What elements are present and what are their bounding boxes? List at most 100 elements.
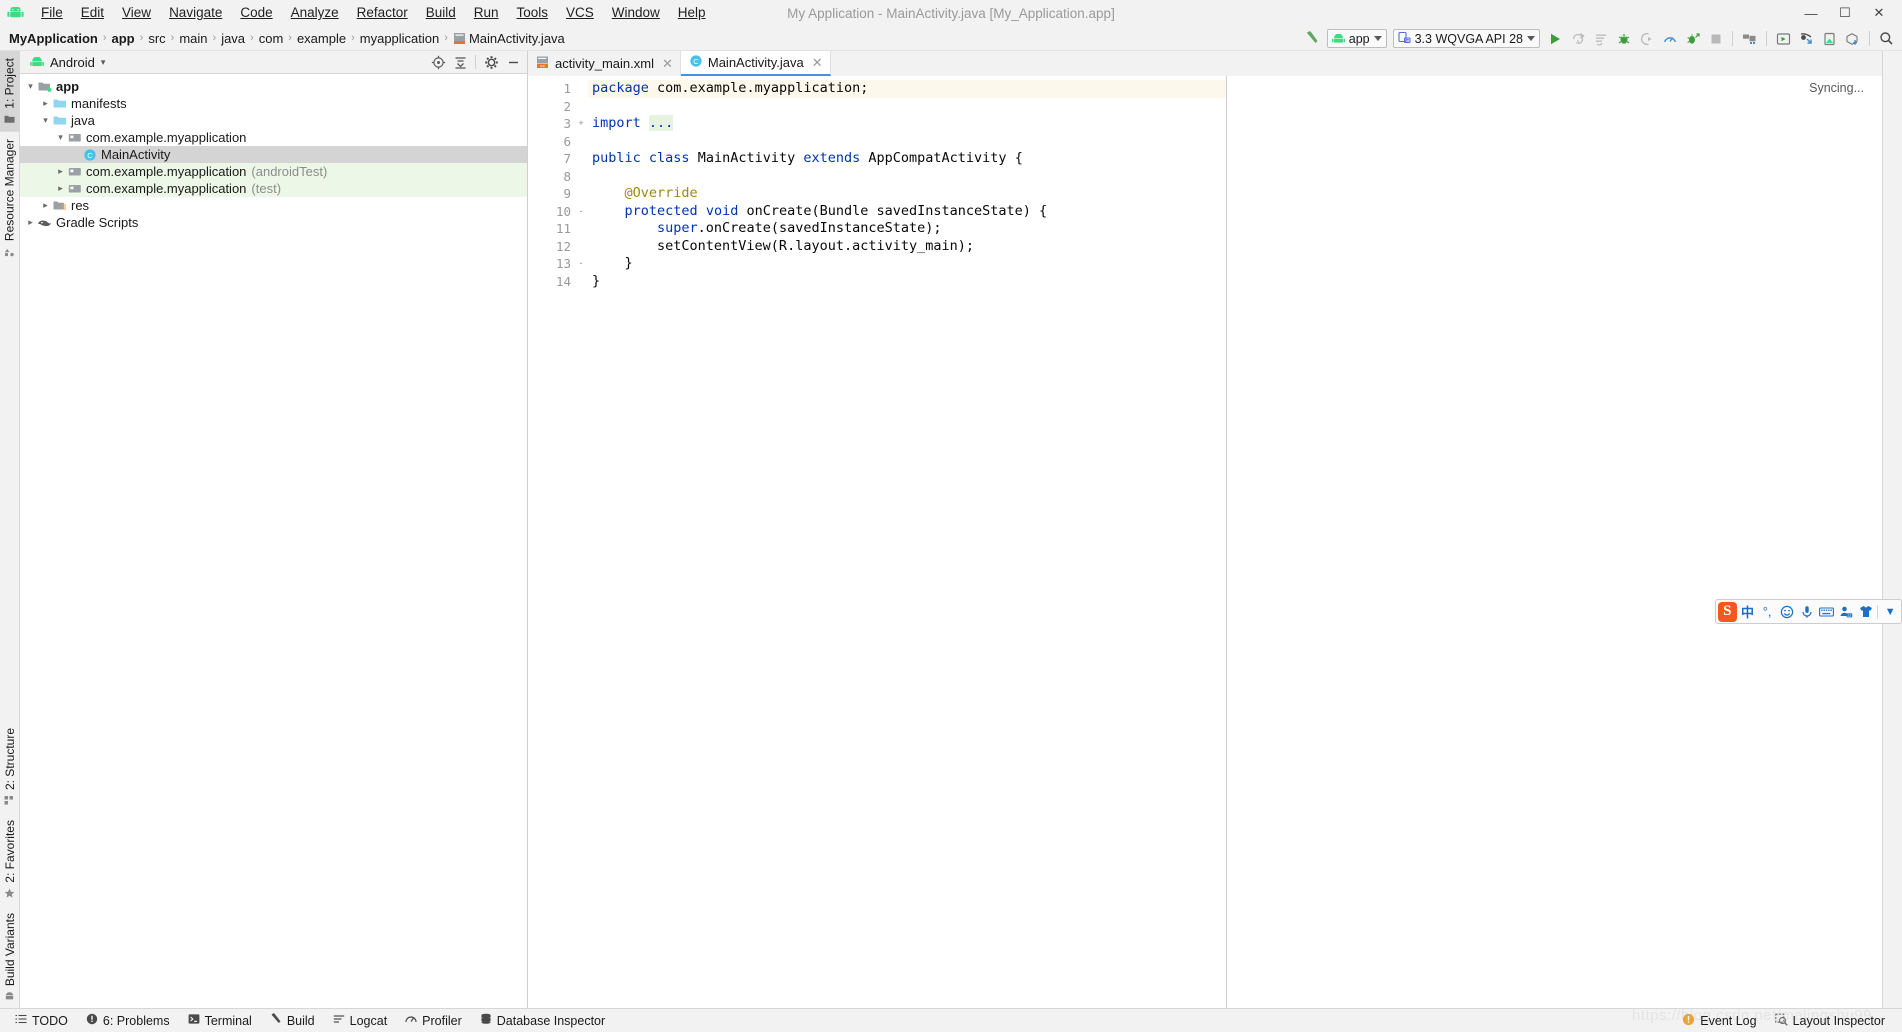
status-item-problems[interactable]: 6: Problems [77,1013,179,1028]
breadcrumb-mainactivity-file[interactable]: MainActivity.java [450,31,568,46]
status-item-todo[interactable]: TODO [6,1013,77,1028]
tree-row-manifests[interactable]: ▸ manifests [20,95,527,112]
sidebar-item-project[interactable]: 1: Project [0,51,19,132]
sidebar-item-build-variants[interactable]: Build Variants [0,906,20,1008]
ime-punctuation-toggle[interactable]: °, [1758,602,1776,621]
status-item-database-inspector[interactable]: Database Inspector [471,1013,614,1028]
run-configuration-selector[interactable]: app [1326,29,1387,48]
fold-marker [574,185,588,203]
menu-run[interactable]: Run [465,2,508,24]
menu-build[interactable]: Build [417,2,465,24]
breadcrumb-myapplication[interactable]: MyApplication [6,31,101,46]
status-item-build[interactable]: Build [261,1013,324,1028]
breadcrumb-myapplication-pkg[interactable]: myapplication [357,31,443,46]
menu-window[interactable]: Window [603,2,669,24]
chevron-down-icon[interactable]: ▾ [24,80,37,93]
status-item-profiler[interactable]: Profiler [396,1013,471,1028]
gear-icon[interactable] [481,52,501,72]
target-icon[interactable] [428,52,448,72]
menu-navigate[interactable]: Navigate [160,2,231,24]
status-item-layout-inspector[interactable]: Layout Inspector [1766,1013,1894,1029]
minimize-icon[interactable] [503,52,523,72]
hammer-icon[interactable] [1301,27,1324,50]
tree-row-app[interactable]: ▾ app [20,78,527,95]
sidebar-item-resource-manager[interactable]: Resource Manager [0,132,19,264]
profiler-icon[interactable] [1658,27,1681,50]
close-icon[interactable]: ✕ [662,56,673,72]
fold-marker-import[interactable]: + [574,115,588,133]
fold-marker-end[interactable]: - [574,255,588,273]
code-text[interactable]: package com.example.myapplication; impor… [588,76,1226,1008]
ime-voice-input-icon[interactable] [1798,602,1816,621]
breadcrumb-example[interactable]: example [294,31,349,46]
tree-row-res[interactable]: ▸ res [20,197,527,214]
chevron-right-icon[interactable]: ▸ [54,165,67,178]
menu-file[interactable]: File [32,2,72,24]
project-view-selector[interactable]: Android ▾ [24,55,105,70]
tree-row-java[interactable]: ▾ java [20,112,527,129]
sidebar-item-structure[interactable]: 2: Structure [0,721,20,813]
breadcrumb-src[interactable]: src [145,31,168,46]
fold-marker-oncreate[interactable]: - [574,203,588,221]
run-button[interactable] [1543,27,1566,50]
status-item-logcat[interactable]: Logcat [324,1013,397,1028]
menu-refactor[interactable]: Refactor [348,2,417,24]
status-item-terminal[interactable]: Terminal [179,1013,261,1028]
tree-row-package-test[interactable]: ▸ com.example.myapplication (test) [20,180,527,197]
menu-analyze[interactable]: Analyze [282,2,348,24]
ime-keyboard-icon[interactable] [1817,602,1835,621]
ime-toolbar[interactable]: S 中 °, 22 ▼ [1715,599,1902,624]
tree-row-gradle-scripts[interactable]: ▸ Gradle Scripts [20,214,527,231]
tree-row-mainactivity[interactable]: C MainActivity [20,146,527,163]
layout-inspector-icon[interactable] [1818,27,1841,50]
chevron-right-icon[interactable]: ▸ [24,216,37,229]
chevron-right-icon[interactable]: ▸ [39,97,52,110]
attach-debugger-icon[interactable] [1635,27,1658,50]
tree-row-package-main[interactable]: ▾ com.example.myapplication [20,129,527,146]
device-explorer-icon[interactable] [1795,27,1818,50]
debug-button[interactable] [1612,27,1635,50]
module-icon [37,79,52,94]
coverage-icon[interactable] [1681,27,1704,50]
gradle-sync-icon[interactable] [1841,27,1864,50]
apply-changes-icon[interactable]: A [1566,27,1589,50]
tab-activity-main-xml[interactable]: <> activity_main.xml ✕ [528,51,681,76]
code-editor[interactable]: 1 2 3 6 7 8 9 10 11 12 13 14 + - - packa… [528,76,1882,1008]
menu-tools[interactable]: Tools [508,2,558,24]
search-icon[interactable] [1875,27,1898,50]
breadcrumb-java[interactable]: java [218,31,248,46]
close-button[interactable]: ✕ [1862,1,1896,25]
chevron-right-icon[interactable]: ▸ [39,199,52,212]
menu-help[interactable]: Help [669,2,715,24]
sdk-manager-icon[interactable] [1738,27,1761,50]
stop-button[interactable] [1704,27,1727,50]
ime-menu-icon[interactable]: ▼ [1881,602,1899,621]
menu-vcs[interactable]: VCS [557,2,603,24]
breadcrumb-main[interactable]: main [176,31,210,46]
ime-user-icon[interactable]: 22 [1837,602,1855,621]
collapse-all-icon[interactable] [450,52,470,72]
ime-mode-chinese[interactable]: 中 [1739,602,1757,621]
sidebar-item-favorites[interactable]: 2: Favorites [0,813,20,906]
device-selector[interactable]: 3.3 WQVGA API 28 [1392,29,1540,48]
minimize-button[interactable]: — [1794,1,1828,25]
status-item-event-log[interactable]: Event Log [1673,1013,1765,1029]
maximize-button[interactable]: ☐ [1828,1,1862,25]
breadcrumb-app[interactable]: app [109,31,138,46]
ime-skin-icon[interactable] [1857,602,1875,621]
avd-manager-icon[interactable] [1772,27,1795,50]
chevron-down-icon[interactable]: ▾ [54,131,67,144]
menu-edit[interactable]: Edit [72,2,113,24]
chevron-down-icon[interactable]: ▾ [39,114,52,127]
code-folding-gutter[interactable]: + - - [574,76,588,1008]
chevron-right-icon[interactable]: ▸ [54,182,67,195]
sogou-logo-icon[interactable]: S [1718,601,1737,622]
apply-code-changes-icon[interactable] [1589,27,1612,50]
menu-view[interactable]: View [113,2,160,24]
tree-row-package-androidtest[interactable]: ▸ com.example.myapplication (androidTest… [20,163,527,180]
ime-emoji-icon[interactable] [1778,602,1796,621]
close-icon[interactable]: ✕ [812,55,823,71]
tab-mainactivity-java[interactable]: C MainActivity.java ✕ [680,51,831,76]
breadcrumb-com[interactable]: com [256,31,287,46]
menu-code[interactable]: Code [231,2,281,24]
